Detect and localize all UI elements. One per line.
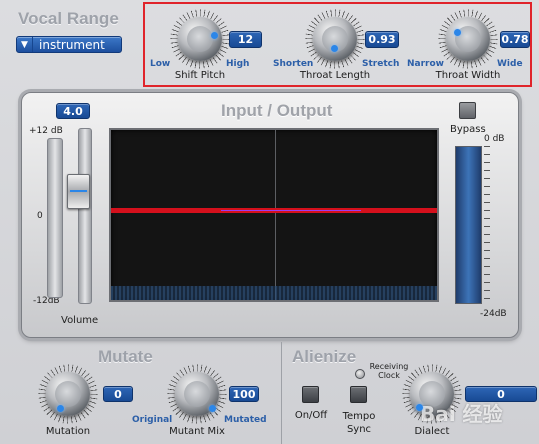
shift-pitch-value[interactable]: 12 <box>229 31 262 48</box>
knob-indicator-icon <box>209 405 216 412</box>
receiving-clock-led <box>355 369 365 379</box>
knob-indicator-icon <box>57 405 64 412</box>
mutant-mix-value[interactable]: 100 <box>229 386 259 402</box>
throat-width-high-label: Wide <box>497 59 523 69</box>
knob-indicator-icon <box>416 404 423 411</box>
mutant-mix-high-label: Mutated <box>224 415 267 425</box>
input-trace <box>221 210 361 211</box>
volume-scale-top: +12 dB <box>29 126 63 136</box>
throat-length-label: Throat Length <box>299 70 371 81</box>
vocal-range-title: Vocal Range <box>18 9 119 28</box>
output-meter <box>455 146 482 304</box>
watermark: Bai 经验 <box>420 402 503 426</box>
on-off-label: On/Off <box>294 410 328 421</box>
throat-length-low-label: Shorten <box>273 59 314 69</box>
alienize-title: Alienize <box>292 347 357 366</box>
meter-ticks <box>484 146 490 304</box>
volume-scale-mid: 0 <box>37 211 43 221</box>
mutation-label: Mutation <box>45 426 91 437</box>
throat-length-value[interactable]: 0.93 <box>365 31 399 48</box>
shift-pitch-label: Shift Pitch <box>174 70 226 81</box>
volume-slider-handle[interactable] <box>67 174 90 209</box>
shift-pitch-high-label: High <box>226 59 250 69</box>
knob-indicator-icon <box>211 32 218 39</box>
mutant-mix-low-label: Original <box>132 415 173 425</box>
io-panel-title: Input / Output <box>221 101 333 120</box>
knob-indicator-icon <box>454 29 461 36</box>
volume-value[interactable]: 4.0 <box>56 103 90 119</box>
throat-width-knob[interactable] <box>438 9 498 69</box>
throat-length-knob[interactable] <box>305 9 365 69</box>
shift-pitch-low-label: Low <box>150 59 171 69</box>
meter-scale-bottom: -24dB <box>480 309 507 319</box>
section-divider <box>281 342 282 444</box>
throat-width-low-label: Narrow <box>407 59 444 69</box>
vocal-range-dropdown[interactable]: ▼ instrument <box>16 36 122 53</box>
meter-scale-top: 0 dB <box>484 134 505 144</box>
tempo-sync-label: Tempo Sync <box>342 411 376 435</box>
vocal-range-dropdown-value: instrument <box>39 37 105 52</box>
alienize-on-off-button[interactable] <box>302 386 319 403</box>
bypass-label: Bypass <box>450 124 486 135</box>
shift-pitch-knob[interactable] <box>170 9 230 69</box>
bypass-checkbox[interactable] <box>459 102 476 119</box>
volume-slider-track-left[interactable] <box>47 138 63 298</box>
mutant-mix-label: Mutant Mix <box>169 426 225 437</box>
volume-label: Volume <box>61 315 99 326</box>
waveform-display <box>109 128 439 302</box>
volume-slider-track-right[interactable] <box>78 128 92 304</box>
throat-width-label: Throat Width <box>435 70 501 81</box>
mutate-title: Mutate <box>98 347 153 366</box>
mutant-mix-knob[interactable] <box>167 364 227 424</box>
throat-length-high-label: Stretch <box>362 59 400 69</box>
tempo-sync-button[interactable] <box>350 386 367 403</box>
throat-width-value[interactable]: 0.78 <box>500 31 530 48</box>
dropdown-arrow-icon: ▼ <box>17 37 33 52</box>
mutation-value[interactable]: 0 <box>103 386 133 402</box>
knob-indicator-icon <box>331 45 338 52</box>
dialect-label: Dialect <box>414 426 450 437</box>
mutation-knob[interactable] <box>38 364 98 424</box>
